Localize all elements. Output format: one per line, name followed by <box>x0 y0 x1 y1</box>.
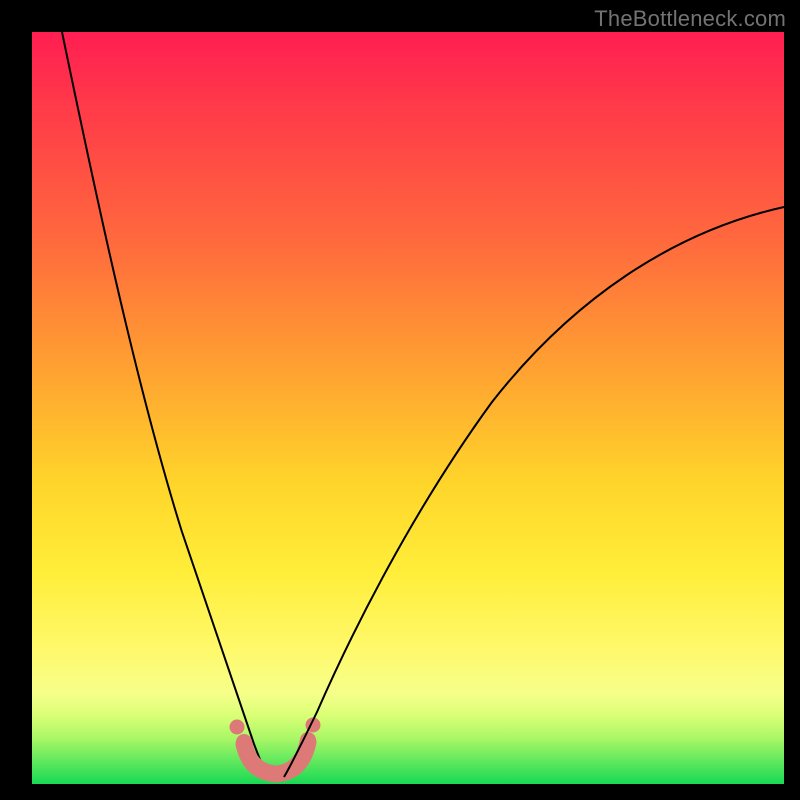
curve-left <box>62 32 268 777</box>
plot-background <box>32 32 784 784</box>
arc-lobe-left-upper <box>230 720 245 735</box>
chart-svg <box>32 32 784 784</box>
curve-right <box>284 207 784 777</box>
watermark-text: TheBottleneck.com <box>594 6 786 32</box>
bottom-arc <box>244 742 308 774</box>
chart-frame: TheBottleneck.com <box>0 0 800 800</box>
